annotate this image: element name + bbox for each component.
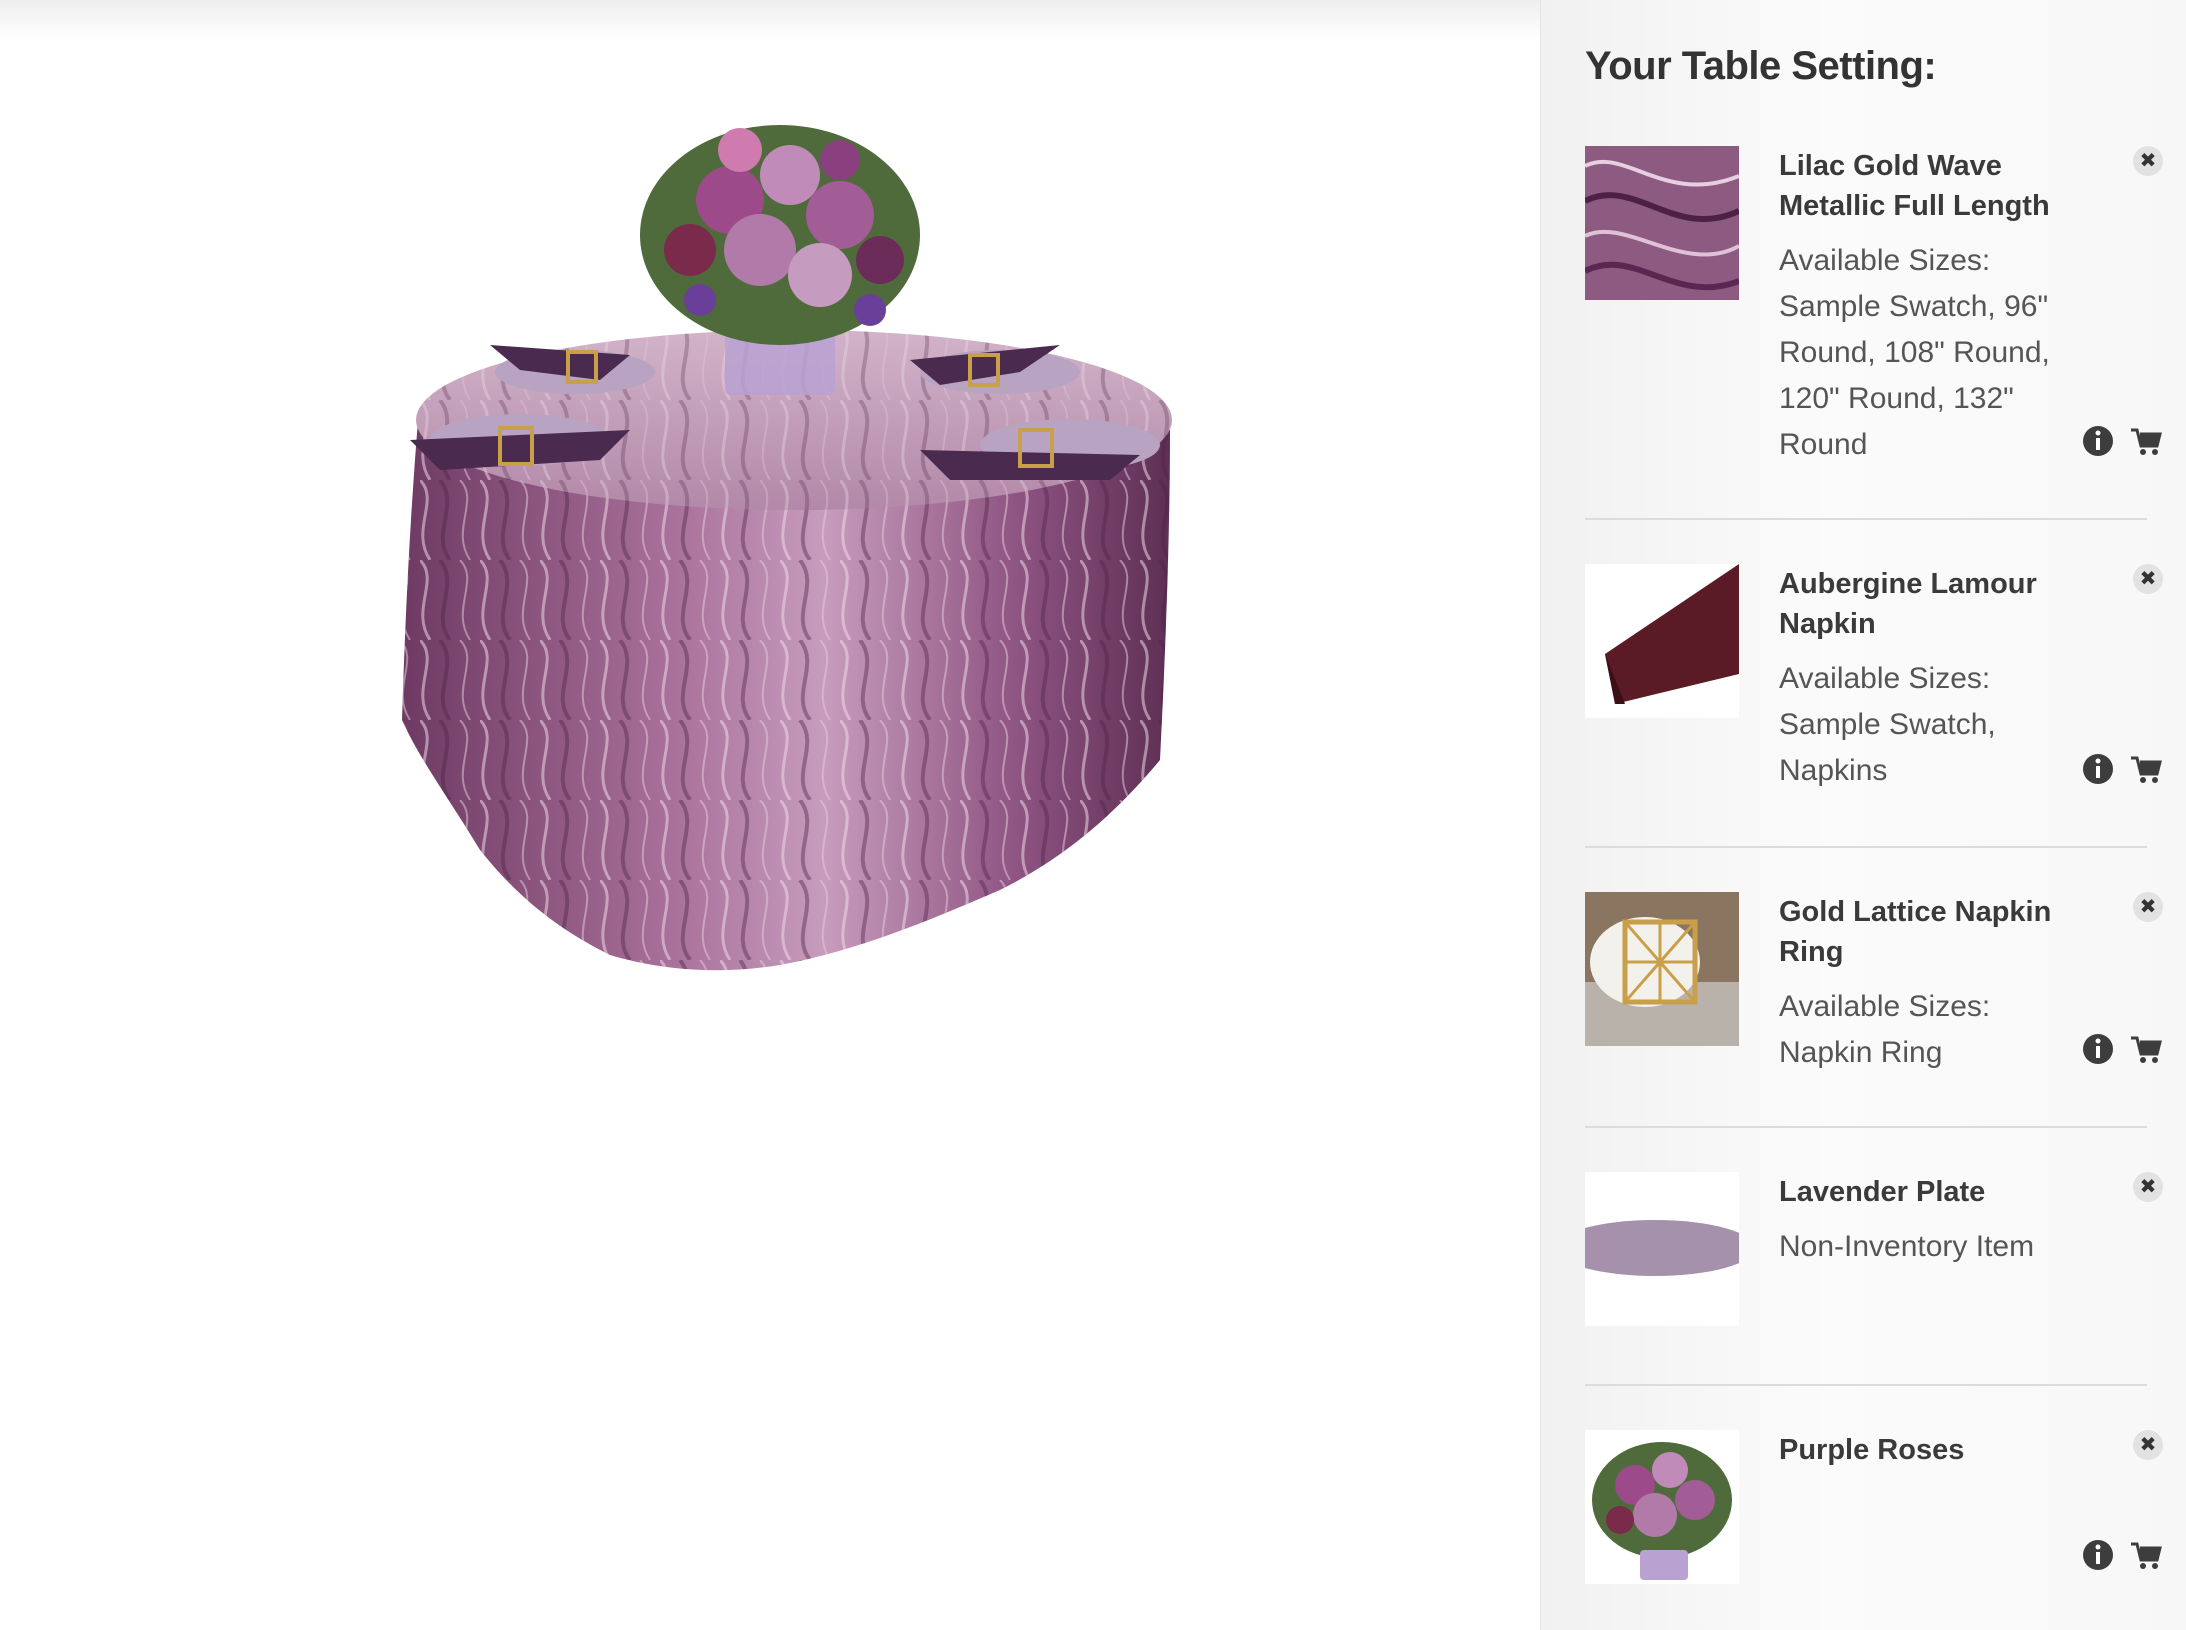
info-button[interactable] bbox=[2081, 1032, 2115, 1066]
sizes-label: Available Sizes: bbox=[1779, 990, 1991, 1023]
flowers-thumbnail bbox=[1585, 1430, 1739, 1584]
add-to-cart-button[interactable] bbox=[2129, 424, 2163, 458]
setting-item-flowers: Purple Roses ✖ bbox=[1585, 1430, 2163, 1610]
close-icon: ✖ bbox=[2139, 568, 2157, 590]
sizes-label: Available Sizes: bbox=[1779, 244, 1991, 277]
close-icon: ✖ bbox=[2139, 896, 2157, 918]
napkin-ring-thumbnail bbox=[1585, 892, 1739, 1046]
item-name: Lilac Gold Wave Metallic Full Length bbox=[1779, 150, 2050, 222]
table-setting-page: Your Table Setting: Lilac Gold Wave Meta… bbox=[0, 0, 2186, 1630]
item-name: Lavender Plate bbox=[1779, 1176, 1986, 1208]
divider bbox=[1585, 1126, 2147, 1128]
table-preview-image bbox=[402, 125, 1172, 971]
remove-item-button[interactable]: ✖ bbox=[2133, 146, 2163, 176]
info-button[interactable] bbox=[2081, 752, 2115, 786]
remove-item-button[interactable]: ✖ bbox=[2133, 564, 2163, 594]
info-button[interactable] bbox=[2081, 424, 2115, 458]
setting-item-plate: Lavender Plate Non-Inventory Item ✖ bbox=[1585, 1172, 2163, 1342]
sizes-value: Sample Swatch, Napkins bbox=[1779, 708, 1996, 787]
sidebar-title: Your Table Setting: bbox=[1585, 44, 1937, 88]
cart-icon bbox=[2131, 1542, 2162, 1569]
info-button[interactable] bbox=[2081, 1538, 2115, 1572]
sizes-value: Sample Swatch, 96" Round, 108" Round, 12… bbox=[1779, 290, 2050, 461]
remove-item-button[interactable]: ✖ bbox=[2133, 1172, 2163, 1202]
tablecloth-thumbnail bbox=[1585, 146, 1739, 300]
info-icon bbox=[2083, 426, 2113, 456]
remove-item-button[interactable]: ✖ bbox=[2133, 1430, 2163, 1460]
item-sizes-block: Available Sizes: Sample Swatch, Napkins bbox=[1779, 656, 2079, 794]
napkin-thumbnail bbox=[1585, 564, 1739, 718]
table-preview bbox=[0, 0, 1540, 1630]
close-icon: ✖ bbox=[2139, 1434, 2157, 1456]
setting-item-napkin: Aubergine Lamour Napkin Available Sizes:… bbox=[1585, 564, 2163, 804]
table-setting-sidebar: Your Table Setting: Lilac Gold Wave Meta… bbox=[1540, 0, 2186, 1630]
sizes-value: Napkin Ring bbox=[1779, 1036, 1943, 1069]
setting-item-tablecloth: Lilac Gold Wave Metallic Full Length Ava… bbox=[1585, 146, 2163, 468]
cart-icon bbox=[2131, 756, 2162, 783]
divider bbox=[1585, 518, 2147, 520]
plate-thumbnail bbox=[1585, 1172, 1739, 1326]
item-sizes-block: Available Sizes: Sample Swatch, 96" Roun… bbox=[1779, 238, 2079, 468]
item-name: Aubergine Lamour Napkin bbox=[1779, 568, 2037, 640]
close-icon: ✖ bbox=[2139, 1176, 2157, 1198]
remove-item-button[interactable]: ✖ bbox=[2133, 892, 2163, 922]
item-note-block: Non-Inventory Item bbox=[1779, 1224, 2079, 1270]
cart-icon bbox=[2131, 1036, 2162, 1063]
item-sizes-block: Available Sizes: Napkin Ring bbox=[1779, 984, 2079, 1076]
non-inventory-note: Non-Inventory Item bbox=[1779, 1230, 2035, 1263]
item-name: Gold Lattice Napkin Ring bbox=[1779, 896, 2052, 968]
add-to-cart-button[interactable] bbox=[2129, 1032, 2163, 1066]
info-icon bbox=[2083, 754, 2113, 784]
sizes-label: Available Sizes: bbox=[1779, 662, 1991, 695]
add-to-cart-button[interactable] bbox=[2129, 1538, 2163, 1572]
item-name: Purple Roses bbox=[1779, 1434, 1965, 1466]
info-icon bbox=[2083, 1034, 2113, 1064]
divider bbox=[1585, 846, 2147, 848]
setting-item-napkin-ring: Gold Lattice Napkin Ring Available Sizes… bbox=[1585, 892, 2163, 1082]
cart-icon bbox=[2131, 428, 2162, 455]
info-icon bbox=[2083, 1540, 2113, 1570]
close-icon: ✖ bbox=[2139, 150, 2157, 172]
add-to-cart-button[interactable] bbox=[2129, 752, 2163, 786]
divider bbox=[1585, 1384, 2147, 1386]
